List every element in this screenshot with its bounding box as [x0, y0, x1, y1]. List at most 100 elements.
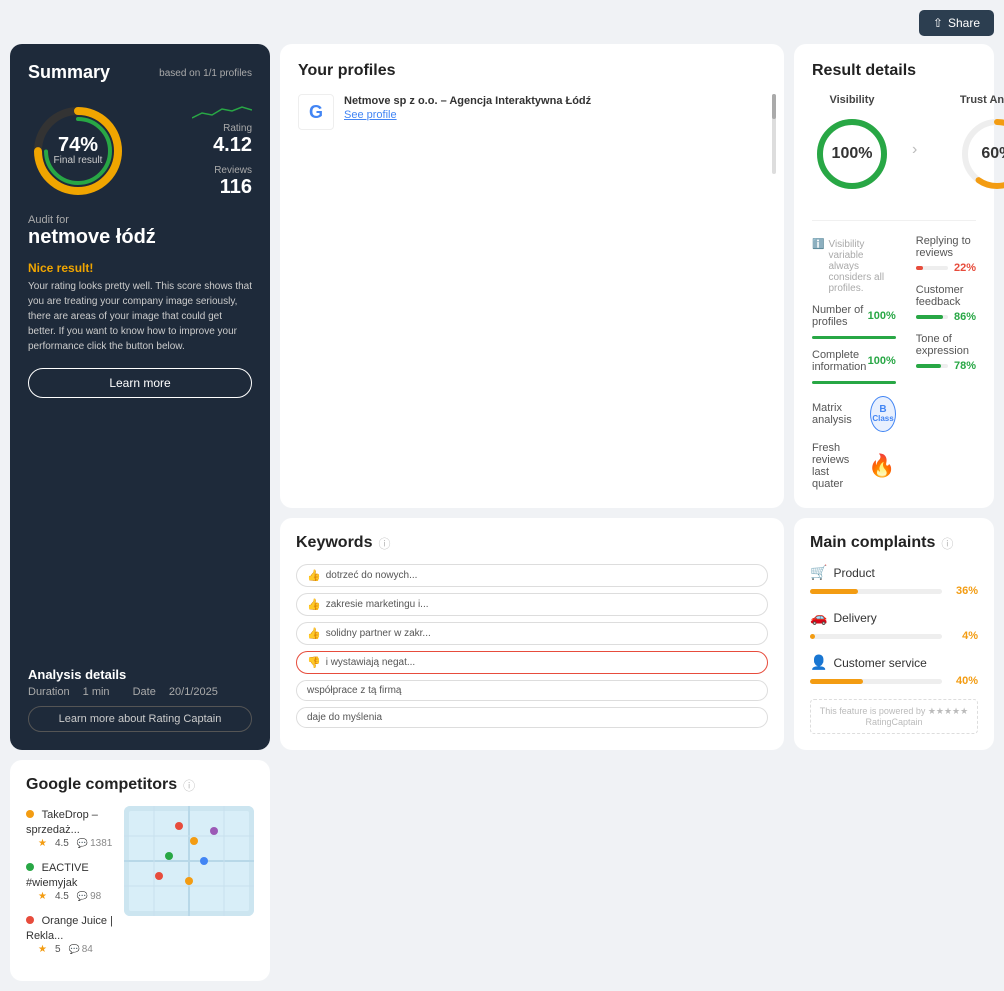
product-icon: 🛒: [810, 564, 827, 581]
delivery-icon: 🚗: [810, 609, 827, 626]
reviews-eactive: 💬 98: [77, 891, 101, 902]
top-bar: ⇧ Share: [10, 10, 994, 36]
thumb-up-icon-3: 👍: [307, 627, 321, 640]
customer-service-icon: 👤: [810, 654, 827, 671]
feedback-bar-fill: [916, 315, 944, 319]
tone-bar-fill: [916, 364, 941, 368]
rating-value: 4.12: [213, 134, 252, 157]
tone-pct: 78%: [954, 360, 976, 372]
customer-service-bar: [810, 679, 863, 684]
rating-label: Rating: [223, 123, 252, 134]
tone-metric: Tone of expression 78%: [916, 333, 976, 372]
replying-label: Replying to reviews: [916, 235, 976, 259]
keyword-1[interactable]: 👍 dotrzeć do nowych...: [296, 564, 768, 587]
right-details: Replying to reviews 22% Customer feedbac…: [916, 235, 976, 490]
rating-reviews: Rating 4.12 Reviews 116: [192, 103, 252, 199]
company-name: netmove łódź: [28, 226, 252, 249]
delivery-pct: 4%: [948, 630, 978, 642]
keywords-info-icon[interactable]: ⓘ: [378, 535, 390, 552]
competitors-card: Google competitors ⓘ TakeDrop – sprzedaż…: [10, 760, 270, 981]
competitors-header: Google competitors ⓘ: [26, 776, 254, 794]
name-oj: Orange Juice | Rekla...: [26, 915, 113, 942]
competitor-list: TakeDrop – sprzedaż... ★ 4.5 💬 1381: [26, 806, 114, 965]
feedback-label: Customer feedback: [916, 284, 976, 308]
result-details-card: Result details Visibility 100% › Trust A…: [794, 44, 994, 508]
dot-oj: [26, 916, 34, 924]
keyword-2[interactable]: 👍 zakresie marketingu i...: [296, 593, 768, 616]
map-svg: [124, 806, 254, 916]
powered-by: This feature is powered by ★★★★★ RatingC…: [810, 699, 978, 734]
competitors-info-icon[interactable]: ⓘ: [183, 777, 195, 794]
left-details: ℹ️ Visibility variable always considers …: [812, 235, 896, 490]
reviews-group: Reviews 116: [214, 165, 252, 199]
analysis-title: Analysis details: [28, 667, 252, 682]
competitors-map: [124, 806, 254, 916]
complaints-card: Main complaints ⓘ 🛒 Product 36% 🚗 Delive…: [794, 518, 994, 750]
rating-sparkline: [192, 103, 252, 123]
complaints-header: Main complaints ⓘ: [810, 534, 978, 552]
complaints-title: Main complaints: [810, 534, 935, 552]
replying-bar-fill: [916, 266, 923, 270]
complaint-product: 🛒 Product 36%: [810, 564, 978, 597]
complete-info-label: Complete information: [812, 349, 868, 373]
complaints-info-icon[interactable]: ⓘ: [941, 535, 953, 552]
audit-for-label: Audit for: [28, 214, 252, 226]
visibility-hint: ℹ️ Visibility variable always considers …: [812, 239, 896, 294]
profile-count-row: Number of profiles 100% Complete informa…: [812, 304, 896, 384]
visibility-gauge: 100%: [812, 114, 892, 194]
replying-pct: 22%: [954, 262, 976, 274]
result-description: Your rating looks pretty well. This scor…: [28, 279, 252, 354]
keywords-header: Keywords ⓘ: [296, 534, 768, 552]
product-pct: 36%: [948, 585, 978, 597]
star-oj: ★: [38, 944, 47, 955]
dot-eactive: [26, 863, 34, 871]
keyword-6[interactable]: daje do myślenia: [296, 707, 768, 728]
visibility-pct: 100%: [832, 145, 873, 163]
matrix-row: Matrix analysis B Class: [812, 396, 896, 432]
keywords-title: Keywords: [296, 534, 372, 552]
competitors-title: Google competitors: [26, 776, 177, 794]
rating-group: Rating 4.12: [192, 103, 252, 157]
keywords-card: Keywords ⓘ 👍 dotrzeć do nowych... 👍 zakr…: [280, 518, 784, 750]
star-takedrop: ★: [38, 838, 47, 849]
summary-card: Summary based on 1/1 profiles 74% Final …: [10, 44, 270, 750]
customer-service-pct: 40%: [948, 675, 978, 687]
see-profile-link[interactable]: See profile: [344, 109, 591, 121]
visibility-nav-arrow[interactable]: ›: [912, 141, 917, 159]
based-on-text: based on 1/1 profiles: [159, 68, 252, 79]
learn-more-button[interactable]: Learn more: [28, 368, 252, 398]
trust-label: Trust Analysis: [960, 94, 1004, 106]
profile-item: G Netmove sp z o.o. – Agencja Interaktyw…: [298, 94, 766, 130]
competitor-oj: Orange Juice | Rekla... ★ 5 💬 84: [26, 912, 114, 955]
delivery-name: Delivery: [833, 611, 876, 625]
reviews-value: 116: [220, 176, 252, 199]
share-button[interactable]: ⇧ Share: [919, 10, 994, 36]
dot-takedrop: [26, 810, 34, 818]
num-profiles-value: 100%: [868, 310, 896, 322]
keyword-5[interactable]: współprace z tą firmą: [296, 680, 768, 701]
name-eactive: EACTIVE #wiemyjak: [26, 862, 89, 889]
matrix-label: Matrix analysis: [812, 402, 862, 426]
trust-metric: Trust Analysis 60%: [957, 94, 1004, 206]
summary-title: Summary: [28, 62, 110, 83]
fresh-reviews-label: Fresh reviews last quater: [812, 442, 860, 490]
keyword-tags: 👍 dotrzeć do nowych... 👍 zakresie market…: [296, 564, 768, 728]
keyword-4[interactable]: 👎 i wystawiają negat...: [296, 651, 768, 674]
customer-service-name: Customer service: [833, 656, 926, 670]
product-name: Product: [833, 566, 874, 580]
profiles-card: Your profiles G Netmove sp z o.o. – Agen…: [280, 44, 784, 508]
profiles-title: Your profiles: [298, 62, 766, 80]
keyword-3[interactable]: 👍 solidny partner w zakr...: [296, 622, 768, 645]
learn-more-about-button[interactable]: Learn more about Rating Captain: [28, 706, 252, 732]
main-layout: Summary based on 1/1 profiles 74% Final …: [10, 44, 994, 981]
complete-info-value: 100%: [868, 355, 896, 367]
fire-icon: 🔥: [868, 453, 895, 479]
rating-eactive: 4.5: [55, 891, 69, 902]
score-area: 74% Final result Rating 4.12 Reviews 116: [28, 101, 252, 201]
share-icon: ⇧: [933, 16, 943, 30]
rating-oj: 5: [55, 944, 61, 955]
metrics-row: Visibility 100% › Trust Analysis: [812, 94, 976, 221]
star-eactive: ★: [38, 891, 47, 902]
thumb-up-icon-1: 👍: [307, 569, 321, 582]
thumb-down-icon-4: 👎: [307, 656, 321, 669]
